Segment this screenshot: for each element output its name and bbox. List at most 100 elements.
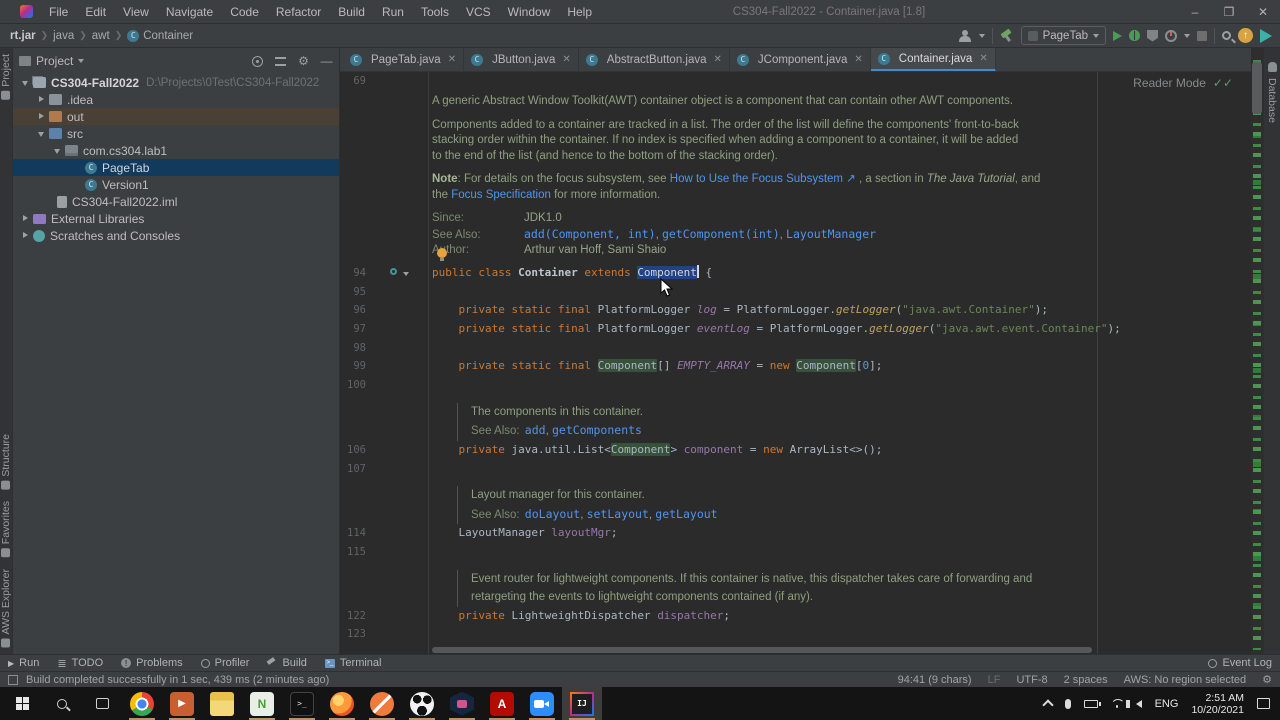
doc-link[interactable]: Focus Specification: [451, 189, 551, 201]
caret-position[interactable]: 94:41 (9 chars): [898, 674, 972, 686]
chevron-expanded-icon[interactable]: [21, 78, 30, 87]
doc-link[interactable]: add(Component, int): [524, 227, 656, 241]
aws-region-status[interactable]: AWS: No region selected: [1124, 674, 1246, 686]
tab-pagetab-java[interactable]: C PageTab.java ✕: [343, 48, 465, 71]
tab-jcomponent-java[interactable]: C JComponent.java ✕: [730, 48, 871, 71]
tree-item-version1[interactable]: C Version1: [13, 176, 339, 193]
chevron-collapsed-icon[interactable]: [37, 112, 46, 121]
clock[interactable]: 2:51 AM 10/20/2021: [1191, 692, 1244, 716]
toolwindow-build[interactable]: Build: [267, 657, 306, 669]
toolwindow-terminal[interactable]: >_ Terminal: [324, 657, 382, 669]
tree-item-idea[interactable]: .idea: [13, 91, 339, 108]
close-icon[interactable]: ✕: [854, 54, 862, 65]
menu-vcs[interactable]: VCS: [458, 2, 499, 22]
doc-link[interactable]: getLayout: [655, 507, 717, 521]
battery-icon[interactable]: [1083, 699, 1101, 708]
project-view-selector[interactable]: Project: [19, 54, 85, 68]
wifi-icon[interactable]: [1111, 699, 1123, 708]
chevron-collapsed-icon[interactable]: [21, 214, 30, 223]
close-icon[interactable]: ✕: [562, 54, 570, 65]
profiler-button[interactable]: [1165, 29, 1177, 42]
action-center-icon[interactable]: [1257, 698, 1270, 709]
tree-item-src[interactable]: src: [13, 125, 339, 142]
chevron-collapsed-icon[interactable]: [21, 231, 30, 240]
menu-file[interactable]: File: [41, 2, 76, 22]
doc-link[interactable]: LayoutManager: [786, 227, 876, 241]
menu-code[interactable]: Code: [222, 2, 267, 22]
taskbar-app-acrobat[interactable]: [482, 687, 522, 720]
update-notification-icon[interactable]: ↑: [1238, 28, 1253, 43]
tool-stripe-project[interactable]: Project: [0, 48, 12, 106]
build-hammer-icon[interactable]: [1000, 29, 1014, 43]
hide-panel-icon[interactable]: —: [320, 54, 333, 68]
tab-container-java[interactable]: C Container.java ✕: [870, 48, 996, 71]
toolwindow-todo[interactable]: TODO: [57, 657, 104, 670]
minimize-button[interactable]: –: [1178, 0, 1212, 24]
indent-setting[interactable]: 2 spaces: [1064, 674, 1108, 686]
collapse-all-icon[interactable]: [274, 55, 287, 68]
taskbar-app-firefox[interactable]: [322, 687, 362, 720]
scrollbar-thumb[interactable]: [1252, 62, 1262, 114]
toolwindow-problems[interactable]: ! Problems: [121, 657, 183, 669]
locate-file-icon[interactable]: [251, 55, 264, 68]
doc-link[interactable]: getComponent(int): [662, 227, 780, 241]
tab-abstractbutton-java[interactable]: C AbstractButton.java ✕: [579, 48, 730, 71]
menu-edit[interactable]: Edit: [77, 2, 114, 22]
code-with-me-icon[interactable]: [958, 29, 972, 42]
tree-item-out[interactable]: out: [13, 108, 339, 125]
menu-build[interactable]: Build: [330, 2, 373, 22]
close-icon[interactable]: ✕: [979, 53, 987, 64]
close-icon[interactable]: ✕: [714, 54, 722, 65]
tool-stripe-database[interactable]: Database: [1266, 72, 1278, 129]
taskbar-app-terminal[interactable]: [282, 687, 322, 720]
tree-item-scratches[interactable]: Scratches and Consoles: [13, 227, 339, 244]
doc-link[interactable]: getComponents: [552, 423, 642, 437]
search-everywhere-icon[interactable]: [1222, 31, 1231, 40]
chevron-expanded-icon[interactable]: [53, 146, 62, 155]
doc-link[interactable]: How to Use the Focus Subsystem ↗: [670, 173, 856, 185]
taskbar-app-notepadpp[interactable]: [242, 687, 282, 720]
overridden-marker-icon[interactable]: [390, 268, 397, 275]
tool-stripe-structure[interactable]: Structure: [0, 428, 12, 496]
chevron-collapsed-icon[interactable]: [37, 95, 46, 104]
menu-window[interactable]: Window: [500, 2, 559, 22]
tree-item-package[interactable]: com.cs304.lab1: [13, 142, 339, 159]
taskbar-search-button[interactable]: [42, 687, 82, 720]
tree-item-external-libraries[interactable]: External Libraries: [13, 210, 339, 227]
menu-tools[interactable]: Tools: [413, 2, 457, 22]
menu-run[interactable]: Run: [374, 2, 412, 22]
start-button[interactable]: [2, 687, 42, 720]
chevron-expanded-icon[interactable]: [37, 129, 46, 138]
taskbar-app-chrome[interactable]: [122, 687, 162, 720]
editor-scrollbar-stripe[interactable]: [1251, 48, 1263, 654]
toolwindow-profiler[interactable]: Profiler: [200, 657, 249, 669]
tree-item-pagetab[interactable]: C PageTab: [13, 159, 339, 176]
tree-item-project-root[interactable]: CS304-Fall2022 D:\Projects\0Test\CS304-F…: [13, 74, 339, 91]
breadcrumb-java[interactable]: java: [53, 30, 74, 42]
taskbar-app-explorer[interactable]: [202, 687, 242, 720]
close-button[interactable]: ✕: [1246, 0, 1280, 24]
doc-link[interactable]: doLayout: [525, 507, 580, 521]
show-hidden-icons-chevron[interactable]: [1041, 699, 1054, 711]
event-log-button[interactable]: Event Log: [1208, 657, 1272, 669]
taskbar-app-media-player[interactable]: [162, 687, 202, 720]
tool-stripe-aws-explorer[interactable]: AWS Explorer: [0, 563, 12, 654]
taskbar-app-postman[interactable]: [362, 687, 402, 720]
menu-help[interactable]: Help: [559, 2, 600, 22]
debug-button[interactable]: [1129, 30, 1140, 41]
taskbar-app-meeting[interactable]: [522, 687, 562, 720]
close-icon[interactable]: ✕: [448, 54, 456, 65]
gear-icon[interactable]: ⚙: [1262, 673, 1272, 686]
tool-stripe-favorites[interactable]: Favorites: [0, 495, 12, 563]
file-encoding[interactable]: UTF-8: [1016, 674, 1047, 686]
taskbar-app-hexagon[interactable]: [442, 687, 482, 720]
settings-gear-icon[interactable]: ⚙: [297, 54, 310, 68]
reader-mode-toggle[interactable]: Reader Mode ✓✓: [1133, 76, 1233, 90]
toolwindow-run[interactable]: Run: [8, 657, 39, 669]
run-button[interactable]: [1113, 30, 1122, 41]
menu-refactor[interactable]: Refactor: [268, 2, 329, 22]
run-config-select[interactable]: PageTab: [1020, 26, 1106, 45]
breadcrumb-rtjar[interactable]: rt.jar: [10, 30, 36, 42]
taskbar-app-panda[interactable]: [402, 687, 442, 720]
line-separator[interactable]: LF: [988, 674, 1001, 686]
